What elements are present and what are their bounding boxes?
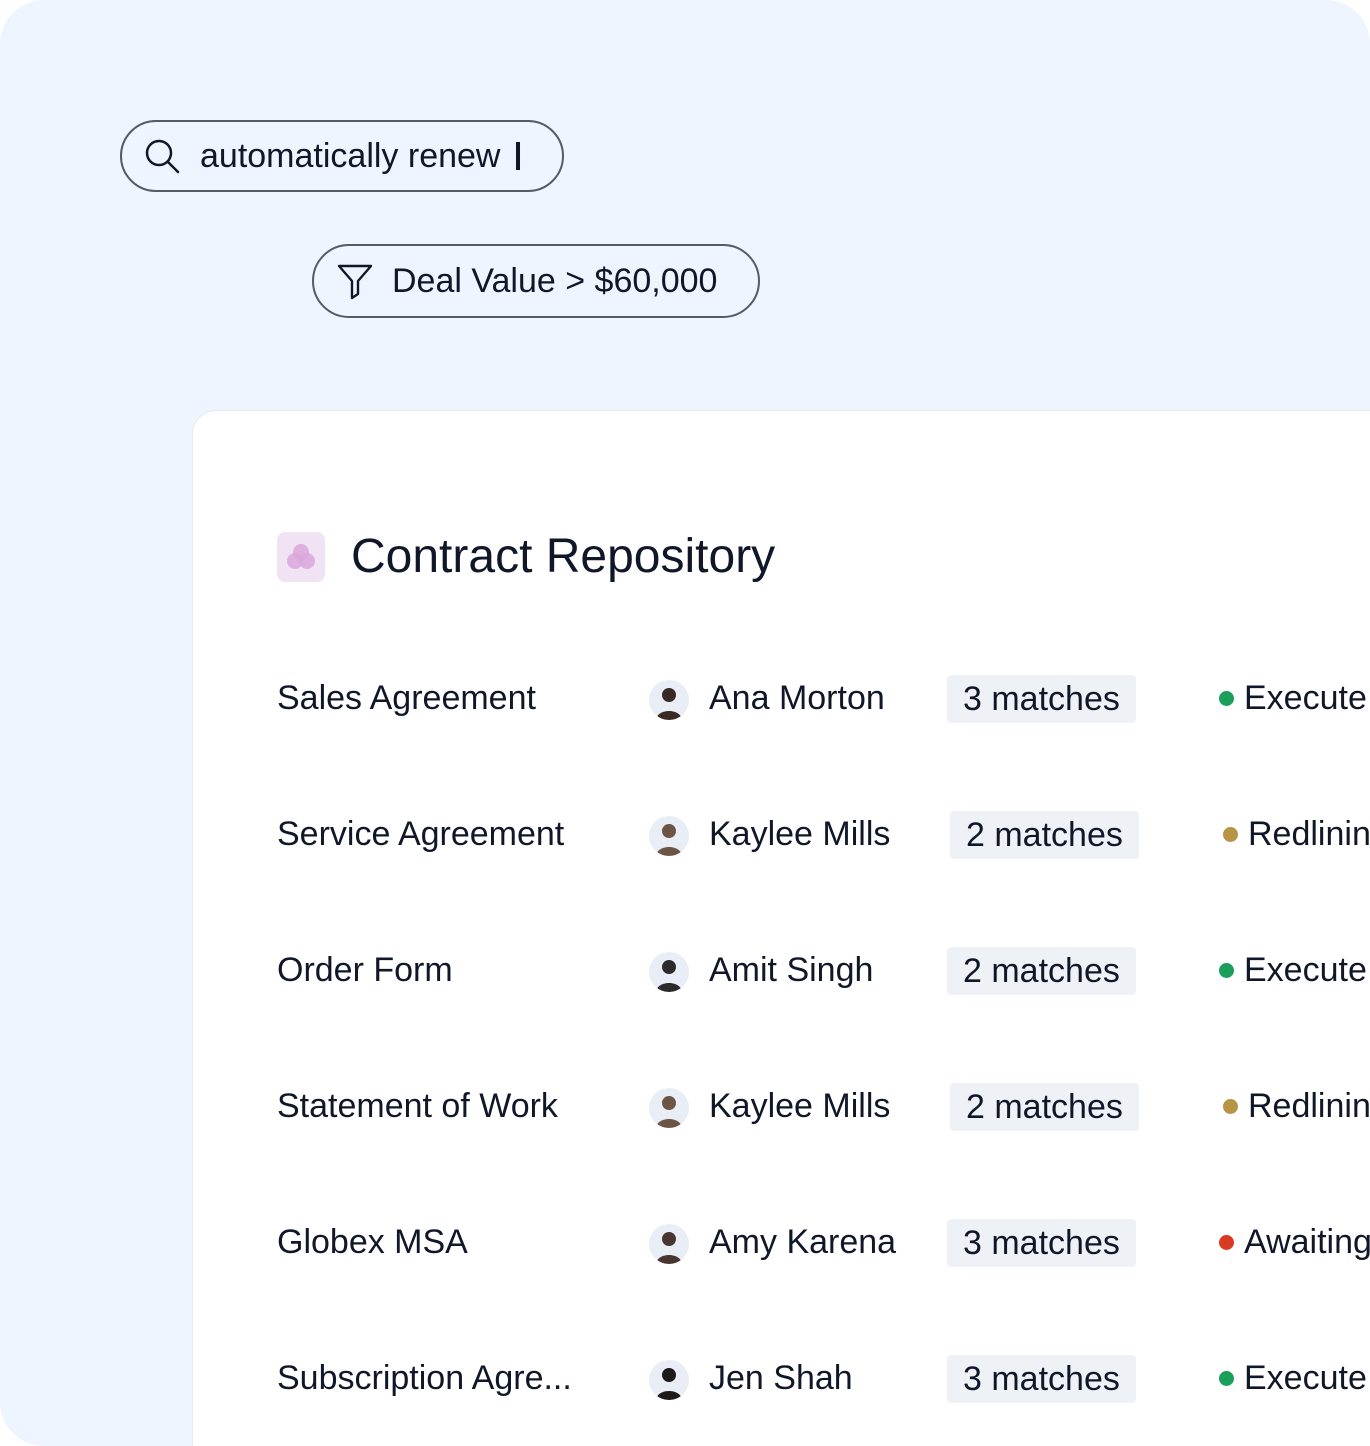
owner-name: Amy Karena — [709, 1223, 897, 1261]
owner-name: Kaylee Mills — [709, 815, 891, 853]
app-canvas: automatically renew Deal Value > $60,000… — [0, 0, 1370, 1446]
status-label: Redlinin — [1223, 1087, 1370, 1126]
status-text: Redlinin — [1248, 815, 1370, 853]
contract-name[interactable]: Globex MSA — [277, 1223, 468, 1262]
contract-name[interactable]: Order Form — [277, 951, 453, 990]
status-dot-icon — [1219, 1235, 1234, 1250]
status-dot-icon — [1223, 1099, 1238, 1114]
match-count-badge[interactable]: 2 matches — [950, 811, 1139, 859]
avatar — [649, 1088, 689, 1128]
table-row[interactable]: Sales Agreement Ana Morton 3 matches Exe… — [193, 671, 1370, 731]
search-icon — [142, 136, 182, 176]
owner-name: Ana Morton — [709, 679, 885, 717]
status-dot-icon — [1219, 1371, 1234, 1386]
avatar — [649, 816, 689, 856]
status-label: Awaiting — [1219, 1223, 1370, 1262]
match-count-badge[interactable]: 3 matches — [947, 675, 1136, 723]
status-text: Execute — [1244, 1359, 1367, 1397]
filter-label: Deal Value > $60,000 — [392, 261, 718, 300]
table-row[interactable]: Subscription Agre... Jen Shah 3 matches … — [193, 1351, 1370, 1411]
table-row[interactable]: Globex MSA Amy Karena 3 matches Awaiting — [193, 1215, 1370, 1275]
repository-header: Contract Repository — [277, 529, 775, 584]
table-row[interactable]: Order Form Amit Singh 2 matches Execute — [193, 943, 1370, 1003]
owner-name: Amit Singh — [709, 951, 874, 989]
contract-name[interactable]: Statement of Work — [277, 1087, 558, 1126]
status-text: Awaiting — [1244, 1223, 1370, 1261]
match-count-badge[interactable]: 2 matches — [947, 947, 1136, 995]
avatar — [649, 1360, 689, 1400]
avatar — [649, 680, 689, 720]
status-label: Execute — [1219, 951, 1367, 990]
status-dot-icon — [1219, 691, 1234, 706]
repository-logo-icon — [277, 531, 325, 582]
owner-name: Kaylee Mills — [709, 1087, 891, 1125]
status-text: Redlinin — [1248, 1087, 1370, 1125]
deal-value-filter-chip[interactable]: Deal Value > $60,000 — [312, 244, 760, 318]
match-count-badge[interactable]: 2 matches — [950, 1083, 1139, 1131]
status-dot-icon — [1219, 963, 1234, 978]
text-cursor — [516, 142, 521, 170]
search-input[interactable]: automatically renew — [120, 120, 564, 192]
avatar — [649, 952, 689, 992]
status-label: Redlinin — [1223, 815, 1370, 854]
status-label: Execute — [1219, 679, 1367, 718]
status-text: Execute — [1244, 679, 1367, 717]
match-count-badge[interactable]: 3 matches — [947, 1219, 1136, 1267]
table-row[interactable]: Statement of Work Kaylee Mills 2 matches… — [193, 1079, 1370, 1139]
contract-name[interactable]: Service Agreement — [277, 815, 564, 854]
contract-name[interactable]: Subscription Agre... — [277, 1359, 572, 1398]
status-label: Execute — [1219, 1359, 1367, 1398]
search-query: automatically renew — [200, 136, 501, 175]
contract-repository-panel: Contract Repository Sales Agreement Ana … — [192, 410, 1370, 1446]
status-text: Execute — [1244, 951, 1367, 989]
avatar — [649, 1224, 689, 1264]
table-row[interactable]: Service Agreement Kaylee Mills 2 matches… — [193, 807, 1370, 867]
owner-name: Jen Shah — [709, 1359, 853, 1397]
status-dot-icon — [1223, 827, 1238, 842]
match-count-badge[interactable]: 3 matches — [947, 1355, 1136, 1403]
funnel-icon — [334, 260, 376, 302]
page-title: Contract Repository — [351, 530, 776, 583]
contract-name[interactable]: Sales Agreement — [277, 679, 536, 718]
